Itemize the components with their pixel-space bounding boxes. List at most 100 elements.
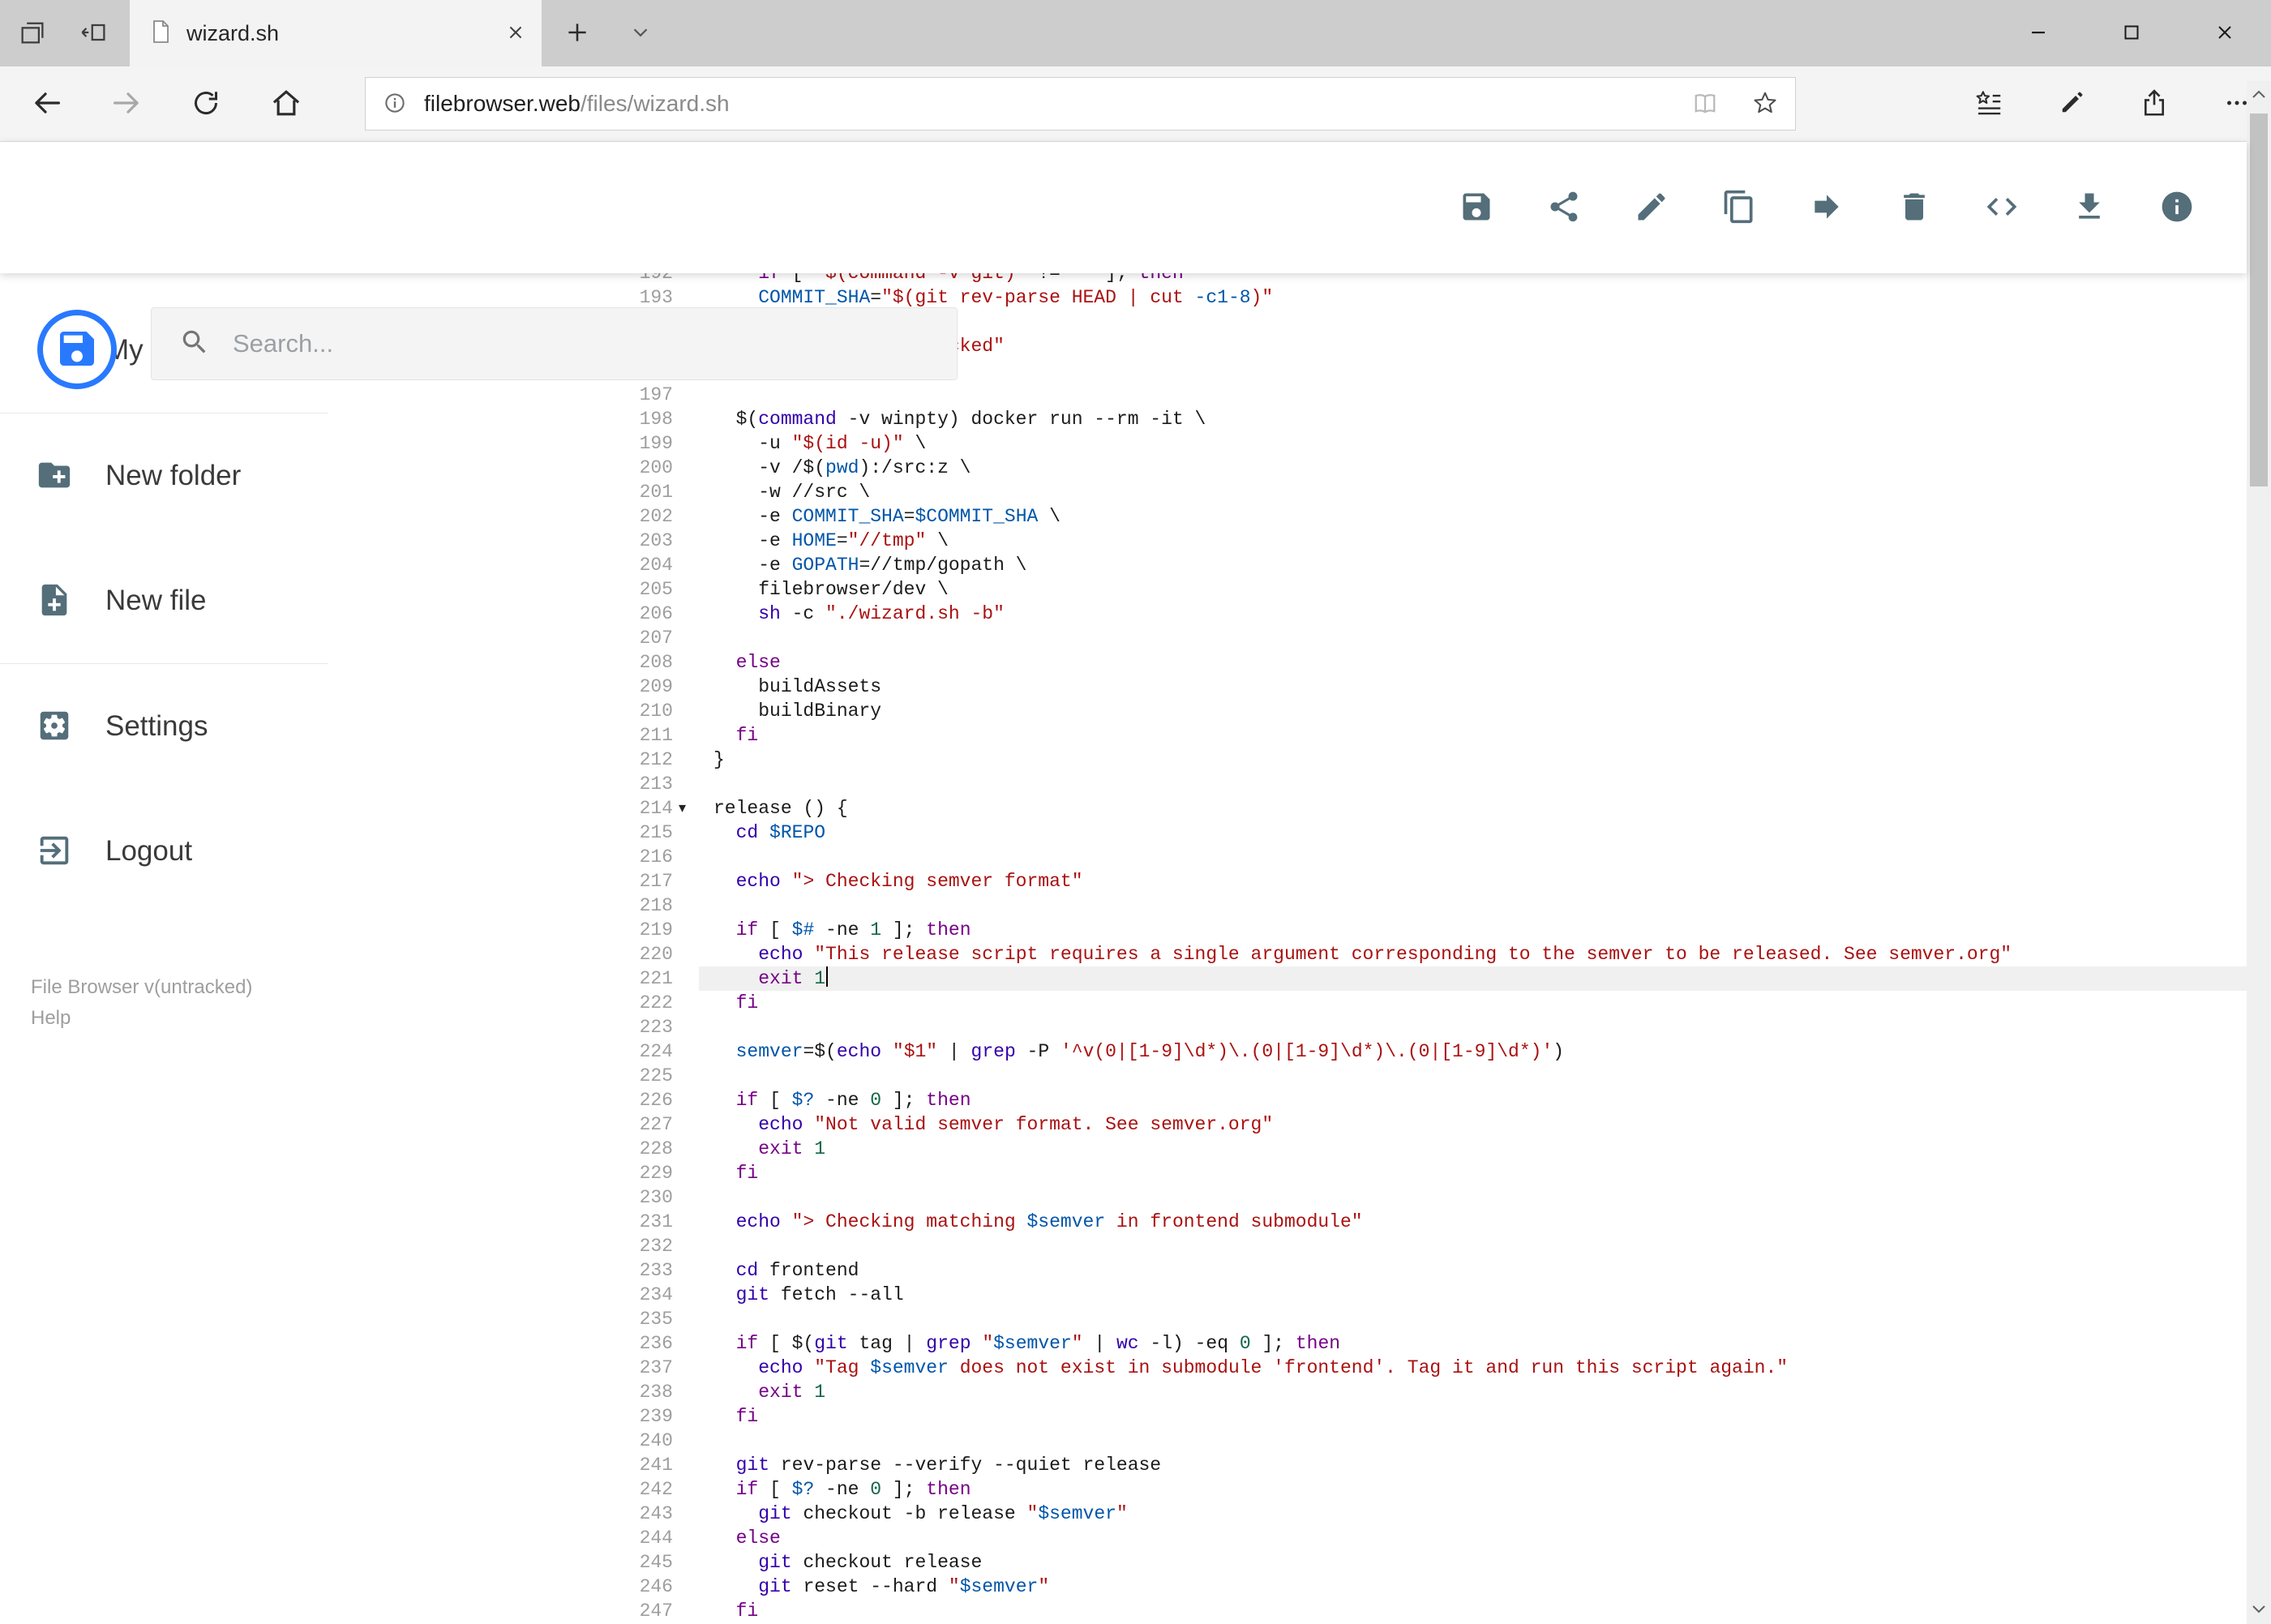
address-bar[interactable]: filebrowser.web/files/wizard.sh (365, 77, 1796, 131)
code-line[interactable]: 200 -v /$(pwd):/src:z \ (328, 456, 2247, 480)
sidebar-item-logout[interactable]: Logout (0, 789, 328, 914)
code-line[interactable]: 243 git checkout -b release "$semver" (328, 1502, 2247, 1526)
scroll-up-button[interactable] (2247, 81, 2271, 109)
code-line[interactable]: 222 fi (328, 991, 2247, 1015)
code-editor[interactable]: 192 if [ "$(command -v git)" != "" ]; th… (328, 273, 2247, 1624)
code-line[interactable]: 203 -e HOME="//tmp" \ (328, 529, 2247, 553)
save-button[interactable] (1459, 190, 1494, 225)
code-line[interactable]: 229 fi (328, 1161, 2247, 1185)
download-button[interactable] (2072, 190, 2107, 225)
code-line[interactable]: 247 fi (328, 1599, 2247, 1623)
code-line[interactable]: 201 -w //src \ (328, 480, 2247, 504)
code-line[interactable]: 236 if [ $(git tag | grep "$semver" | wc… (328, 1331, 2247, 1356)
set-tabs-aside-button[interactable] (68, 0, 120, 66)
raw-view-button[interactable] (1984, 190, 2020, 225)
delete-button[interactable] (1896, 190, 1932, 225)
code-line[interactable]: 246 git reset --hard "$semver" (328, 1575, 2247, 1599)
window-close-button[interactable] (2178, 0, 2271, 66)
sidebar-item-settings[interactable]: Settings (0, 664, 328, 789)
code-line[interactable]: 218 (328, 893, 2247, 918)
code-line[interactable]: 192 if [ "$(command -v git)" != "" ]; th… (328, 273, 2247, 285)
info-button[interactable] (2159, 190, 2195, 225)
code-line[interactable]: 214 ▾ release () { (328, 796, 2247, 821)
scrollbar-thumb[interactable] (2250, 114, 2268, 486)
rename-button[interactable] (1634, 190, 1669, 225)
sidebar-item-new-file[interactable]: New file (0, 538, 328, 663)
share-button[interactable] (1546, 190, 1582, 225)
code-line[interactable]: 213 (328, 772, 2247, 796)
reading-view-button[interactable] (1675, 78, 1735, 130)
code-line[interactable]: 211 fi (328, 723, 2247, 748)
code-line[interactable]: 198 $(command -v winpty) docker run --rm… (328, 407, 2247, 431)
code-line[interactable]: 225 (328, 1064, 2247, 1088)
code-line[interactable]: 215 cd $REPO (328, 821, 2247, 845)
code-line[interactable]: 226 if [ $? -ne 0 ]; then (328, 1088, 2247, 1112)
browser-tab[interactable]: wizard.sh (130, 0, 542, 66)
code-line[interactable]: 217 echo "> Checking semver format" (328, 869, 2247, 893)
code-line[interactable]: 238 exit 1 (328, 1380, 2247, 1404)
code-line[interactable]: 199 -u "$(id -u)" \ (328, 431, 2247, 456)
sidebar-item-new-folder[interactable]: New folder (0, 413, 328, 538)
code-line[interactable]: 241 git rev-parse --verify --quiet relea… (328, 1453, 2247, 1477)
code-line[interactable]: 205 filebrowser/dev \ (328, 577, 2247, 602)
refresh-button[interactable] (175, 66, 237, 141)
code-line[interactable]: 216 (328, 845, 2247, 869)
code-line[interactable]: 227 echo "Not valid semver format. See s… (328, 1112, 2247, 1137)
copy-button[interactable] (1721, 190, 1757, 225)
help-link[interactable]: Help (31, 1003, 252, 1034)
code-line[interactable]: 220 echo "This release script requires a… (328, 942, 2247, 966)
code-text: git checkout release (758, 1552, 983, 1573)
code-line[interactable]: 237 echo "Tag $semver does not exist in … (328, 1356, 2247, 1380)
code-line[interactable]: 207 (328, 626, 2247, 650)
code-line[interactable]: 209 buildAssets (328, 675, 2247, 699)
code-line[interactable]: 230 (328, 1185, 2247, 1210)
window-minimize-button[interactable] (1991, 0, 2085, 66)
code-line[interactable]: 206 sh -c "./wizard.sh -b" (328, 602, 2247, 626)
url-text[interactable]: filebrowser.web/files/wizard.sh (424, 91, 1675, 117)
code-line[interactable]: 197 (328, 383, 2247, 407)
minimize-icon (2025, 19, 2051, 48)
code-line[interactable]: 193 COMMIT_SHA="$(git rev-parse HEAD | c… (328, 285, 2247, 310)
code-line[interactable]: 212} (328, 748, 2247, 772)
tab-close-button[interactable] (498, 15, 533, 51)
code-line[interactable]: 223 (328, 1015, 2247, 1039)
tab-list-button[interactable] (615, 0, 666, 66)
code-line[interactable]: 221 exit 1 (328, 966, 2247, 991)
code-line[interactable]: 231 echo "> Checking matching $semver in… (328, 1210, 2247, 1234)
page-scrollbar[interactable] (2247, 81, 2271, 1624)
web-note-button[interactable] (2041, 66, 2102, 141)
code-line[interactable]: 202 -e COMMIT_SHA=$COMMIT_SHA \ (328, 504, 2247, 529)
new-tab-button[interactable] (548, 0, 606, 66)
code-line[interactable]: 242 if [ $? -ne 0 ]; then (328, 1477, 2247, 1502)
code-line[interactable]: 244 else (328, 1526, 2247, 1550)
search-input[interactable]: Search... (151, 307, 958, 380)
code-line[interactable]: 239 fi (328, 1404, 2247, 1429)
back-button[interactable] (16, 66, 78, 141)
move-button[interactable] (1809, 190, 1845, 225)
code-line[interactable]: 245 git checkout release (328, 1550, 2247, 1575)
show-set-aside-tabs-button[interactable] (6, 0, 58, 66)
share-page-button[interactable] (2123, 66, 2185, 141)
fold-arrow-icon[interactable]: ▾ (679, 796, 711, 821)
app-logo[interactable] (37, 310, 117, 389)
code-line[interactable]: 235 (328, 1307, 2247, 1331)
copy-icon (1721, 189, 1757, 227)
home-button[interactable] (255, 66, 317, 141)
code-line[interactable]: 234 git fetch --all (328, 1283, 2247, 1307)
hub-button[interactable] (1958, 66, 2020, 141)
code-line[interactable]: 233 cd frontend (328, 1258, 2247, 1283)
code-line[interactable]: 240 (328, 1429, 2247, 1453)
code-line[interactable]: 219 if [ $# -ne 1 ]; then (328, 918, 2247, 942)
favorite-star-button[interactable] (1735, 78, 1795, 130)
code-line[interactable]: 232 (328, 1234, 2247, 1258)
code-line[interactable]: 228 exit 1 (328, 1137, 2247, 1161)
scroll-down-button[interactable] (2247, 1596, 2271, 1624)
forward-button[interactable] (96, 66, 157, 141)
code-line[interactable]: 208 else (328, 650, 2247, 675)
window-maximize-button[interactable] (2085, 0, 2178, 66)
code-text: fi (735, 992, 759, 1013)
code-line[interactable]: 224 semver=$(echo "$1" | grep -P '^v(0|[… (328, 1039, 2247, 1064)
code-line[interactable]: 204 -e GOPATH=//tmp/gopath \ (328, 553, 2247, 577)
site-info-button[interactable] (366, 78, 424, 130)
code-line[interactable]: 210 buildBinary (328, 699, 2247, 723)
